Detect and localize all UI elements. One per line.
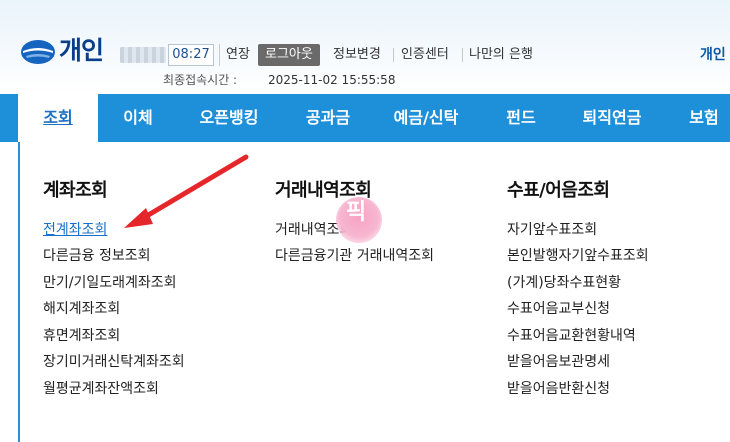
cert-center-link[interactable]: 인증센터 [401, 44, 449, 66]
last-login-label: 최종접속시간 : [163, 73, 238, 87]
session-timer: 08:27 [168, 44, 214, 66]
nav-tab-open-banking[interactable]: 오픈뱅킹 [200, 94, 259, 142]
nav-tab-insurance[interactable]: 보험 [689, 94, 718, 142]
bank-logo-icon[interactable] [20, 39, 56, 65]
last-login-time: 2025-11-02 15:55:58 [268, 73, 396, 87]
menu-link[interactable]: 만기/기일도래계좌조회 [43, 274, 177, 292]
menu-link[interactable]: 다른금융기관 거래내역조회 [275, 247, 434, 265]
nav-tab-inquiry-label[interactable]: 조회 [43, 94, 72, 142]
header: 개인 08:27 연장 로그아웃 정보변경 인증센터 나만의 은행 개인 최종접… [0, 0, 730, 94]
menu-link-all-accounts[interactable]: 전계좌조회 [43, 221, 107, 239]
divider [393, 48, 394, 62]
logo-text[interactable]: 개인 [59, 36, 104, 66]
pick-sticker-text: 픽 [345, 200, 367, 225]
menu-link[interactable]: 자기앞수표조회 [507, 221, 597, 239]
personal-banking-link[interactable]: 개인 [700, 44, 726, 66]
column-title-accounts: 계좌조회 [43, 180, 108, 201]
menu-link[interactable]: 수표어음교환현황내역 [507, 327, 636, 345]
nav-tab-utility-bills[interactable]: 공과금 [306, 94, 350, 142]
menu-link[interactable]: 장기미거래신탁계좌조회 [43, 353, 185, 371]
menu-link[interactable]: 다른금융 정보조회 [43, 247, 151, 265]
menu-link[interactable]: 휴면계좌조회 [43, 327, 120, 345]
menu-link[interactable]: 월평균계좌잔액조회 [43, 380, 159, 398]
column-title-checks: 수표/어음조회 [507, 180, 610, 201]
main-nav: 조회 이체 오픈뱅킹 공과금 예금/신탁 펀드 퇴직연금 보험 [0, 94, 730, 142]
nav-tab-transfer[interactable]: 이체 [123, 94, 152, 142]
menu-link[interactable]: 해지계좌조회 [43, 300, 120, 318]
menu-link[interactable]: 본인발행자기앞수표조회 [507, 247, 649, 265]
menu-link[interactable]: (가계)당좌수표현황 [507, 274, 621, 292]
masked-user-name [120, 47, 166, 63]
menu-link[interactable]: 수표어음교부신청 [507, 300, 610, 318]
edit-info-link[interactable]: 정보변경 [333, 44, 381, 66]
nav-tab-pension[interactable]: 퇴직연금 [583, 94, 642, 142]
nav-tab-deposit-trust[interactable]: 예금/신탁 [394, 94, 459, 142]
my-bank-link[interactable]: 나만의 은행 [469, 44, 533, 66]
logout-button[interactable]: 로그아웃 [258, 44, 320, 66]
extend-session-button[interactable]: 연장 [219, 44, 250, 66]
nav-tab-fund[interactable]: 펀드 [506, 94, 535, 142]
menu-link[interactable]: 받을어음반환신청 [507, 380, 610, 398]
divider [462, 48, 463, 62]
menu-link[interactable]: 받을어음보관명세 [507, 353, 610, 371]
